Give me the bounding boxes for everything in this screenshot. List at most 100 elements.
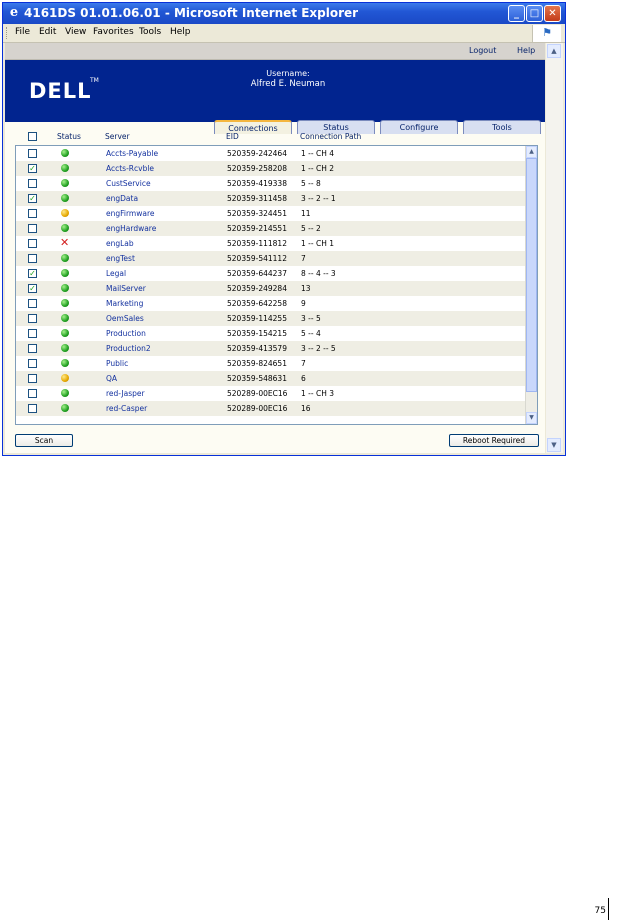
dell-logo: DELL <box>29 79 92 103</box>
table-row[interactable]: Production 520359-154215 5 -- 4 <box>16 326 526 341</box>
username-value: Alfred E. Neuman <box>250 79 326 89</box>
row-checkbox[interactable] <box>28 209 37 218</box>
table-row[interactable]: ✓ engData 520359-311458 3 -- 2 -- 1 <box>16 191 526 206</box>
server-column-header[interactable]: Server <box>105 132 130 141</box>
table-row[interactable]: QA 520359-548631 6 <box>16 371 526 386</box>
server-name[interactable]: Accts-Rcvble <box>106 164 154 173</box>
window-title: 4161DS 01.01.06.01 - Microsoft Internet … <box>24 6 359 20</box>
browser-scrollbar[interactable]: ▲ ▼ <box>546 43 563 453</box>
table-row[interactable]: ✓ Accts-Rcvble 520359-258208 1 -- CH 2 <box>16 161 526 176</box>
internet-explorer-icon: e <box>9 5 19 20</box>
row-checkbox[interactable]: ✓ <box>28 284 37 293</box>
toolbar-grip[interactable] <box>6 27 10 39</box>
row-checkbox[interactable] <box>28 329 37 338</box>
table-row[interactable]: engHardware 520359-214551 5 -- 2 <box>16 221 526 236</box>
table-row[interactable]: Public 520359-824651 7 <box>16 356 526 371</box>
page-scroll-up-icon[interactable]: ▲ <box>547 44 561 58</box>
eid-value: 520359-111812 <box>227 239 287 248</box>
scan-button[interactable]: Scan <box>15 434 73 447</box>
table-row[interactable]: Production2 520359-413579 3 -- 2 -- 5 <box>16 341 526 356</box>
connection-path-value: 5 -- 4 <box>301 329 321 338</box>
connection-path-value: 1 -- CH 4 <box>301 149 334 158</box>
table-row[interactable]: red-Jasper 520289-00EC16 1 -- CH 3 <box>16 386 526 401</box>
scroll-up-icon[interactable]: ▲ <box>526 146 537 158</box>
row-checkbox[interactable] <box>28 299 37 308</box>
list-scrollbar[interactable]: ▲ ▼ <box>525 146 537 424</box>
connection-path-column-header[interactable]: Connection Path <box>300 132 361 141</box>
row-checkbox[interactable] <box>28 254 37 263</box>
row-checkbox[interactable] <box>28 149 37 158</box>
page-number: 75 <box>594 906 606 916</box>
reboot-required-button[interactable]: Reboot Required <box>449 434 539 447</box>
row-checkbox[interactable] <box>28 359 37 368</box>
scroll-down-icon[interactable]: ▼ <box>526 412 537 424</box>
connection-path-value: 3 -- 2 -- 5 <box>301 344 336 353</box>
menu-view[interactable]: View <box>65 27 86 37</box>
select-all-checkbox[interactable] <box>28 132 37 141</box>
page-scroll-down-icon[interactable]: ▼ <box>547 438 561 452</box>
table-row[interactable]: ✓ Legal 520359-644237 8 -- 4 -- 3 <box>16 266 526 281</box>
table-row[interactable]: CustService 520359-419338 5 -- 8 <box>16 176 526 191</box>
row-checkbox[interactable] <box>28 374 37 383</box>
title-bar[interactable]: e 4161DS 01.01.06.01 - Microsoft Interne… <box>3 3 565 24</box>
server-name[interactable]: engFirmware <box>106 209 155 218</box>
minimize-button[interactable]: _ <box>508 5 525 22</box>
logout-link[interactable]: Logout <box>469 46 496 55</box>
status-ok-icon <box>61 269 69 277</box>
server-list[interactable]: Accts-Payable 520359-242464 1 -- CH 4 ✓ Acct… <box>15 145 538 425</box>
server-name[interactable]: Legal <box>106 269 126 278</box>
row-checkbox[interactable] <box>28 404 37 413</box>
server-name[interactable]: Production <box>106 329 146 338</box>
server-name[interactable]: engTest <box>106 254 135 263</box>
row-checkbox[interactable]: ✓ <box>28 194 37 203</box>
server-name[interactable]: MailServer <box>106 284 146 293</box>
row-checkbox[interactable]: ✓ <box>28 164 37 173</box>
eid-value: 520359-249284 <box>227 284 287 293</box>
server-name[interactable]: Production2 <box>106 344 151 353</box>
eid-value: 520359-324451 <box>227 209 287 218</box>
table-row[interactable]: ✕ engLab 520359-111812 1 -- CH 1 <box>16 236 526 251</box>
eid-column-header[interactable]: EID <box>226 132 239 141</box>
server-name[interactable]: OemSales <box>106 314 144 323</box>
action-bar: Scan Reboot Required <box>5 431 545 451</box>
table-row[interactable]: engFirmware 520359-324451 11 <box>16 206 526 221</box>
status-column-header[interactable]: Status <box>57 132 81 141</box>
connection-path-value: 1 -- CH 3 <box>301 389 334 398</box>
row-checkbox[interactable] <box>28 224 37 233</box>
server-name[interactable]: engLab <box>106 239 134 248</box>
windows-flag-icon: ⚑ <box>532 25 561 42</box>
row-checkbox[interactable] <box>28 389 37 398</box>
status-ok-icon <box>61 224 69 232</box>
server-name[interactable]: engData <box>106 194 138 203</box>
table-row[interactable]: ✓ MailServer 520359-249284 13 <box>16 281 526 296</box>
server-name[interactable]: red-Casper <box>106 404 147 413</box>
row-checkbox[interactable] <box>28 239 37 248</box>
server-name[interactable]: Marketing <box>106 299 143 308</box>
server-name[interactable]: QA <box>106 374 117 383</box>
row-checkbox[interactable] <box>28 314 37 323</box>
server-name[interactable]: CustService <box>106 179 151 188</box>
scroll-thumb[interactable] <box>526 158 537 392</box>
table-row[interactable]: Accts-Payable 520359-242464 1 -- CH 4 <box>16 146 526 161</box>
table-row[interactable]: OemSales 520359-114255 3 -- 5 <box>16 311 526 326</box>
row-checkbox[interactable]: ✓ <box>28 269 37 278</box>
menu-edit[interactable]: Edit <box>39 27 56 37</box>
server-name[interactable]: engHardware <box>106 224 156 233</box>
table-row[interactable]: engTest 520359-541112 7 <box>16 251 526 266</box>
server-name[interactable]: red-Jasper <box>106 389 145 398</box>
server-name[interactable]: Accts-Payable <box>106 149 158 158</box>
menu-favorites[interactable]: Favorites <box>93 27 134 37</box>
table-row[interactable]: Marketing 520359-642258 9 <box>16 296 526 311</box>
help-link[interactable]: Help <box>517 46 535 55</box>
status-ok-icon <box>61 404 69 412</box>
server-name[interactable]: Public <box>106 359 128 368</box>
row-checkbox[interactable] <box>28 344 37 353</box>
maximize-button[interactable]: □ <box>526 5 543 22</box>
menu-file[interactable]: File <box>15 27 30 37</box>
menu-tools[interactable]: Tools <box>139 27 161 37</box>
table-row[interactable]: red-Casper 520289-00EC16 16 <box>16 401 526 416</box>
close-button[interactable]: ✕ <box>544 5 561 22</box>
menu-help[interactable]: Help <box>170 27 191 37</box>
username-label: Username: <box>266 69 310 78</box>
row-checkbox[interactable] <box>28 179 37 188</box>
